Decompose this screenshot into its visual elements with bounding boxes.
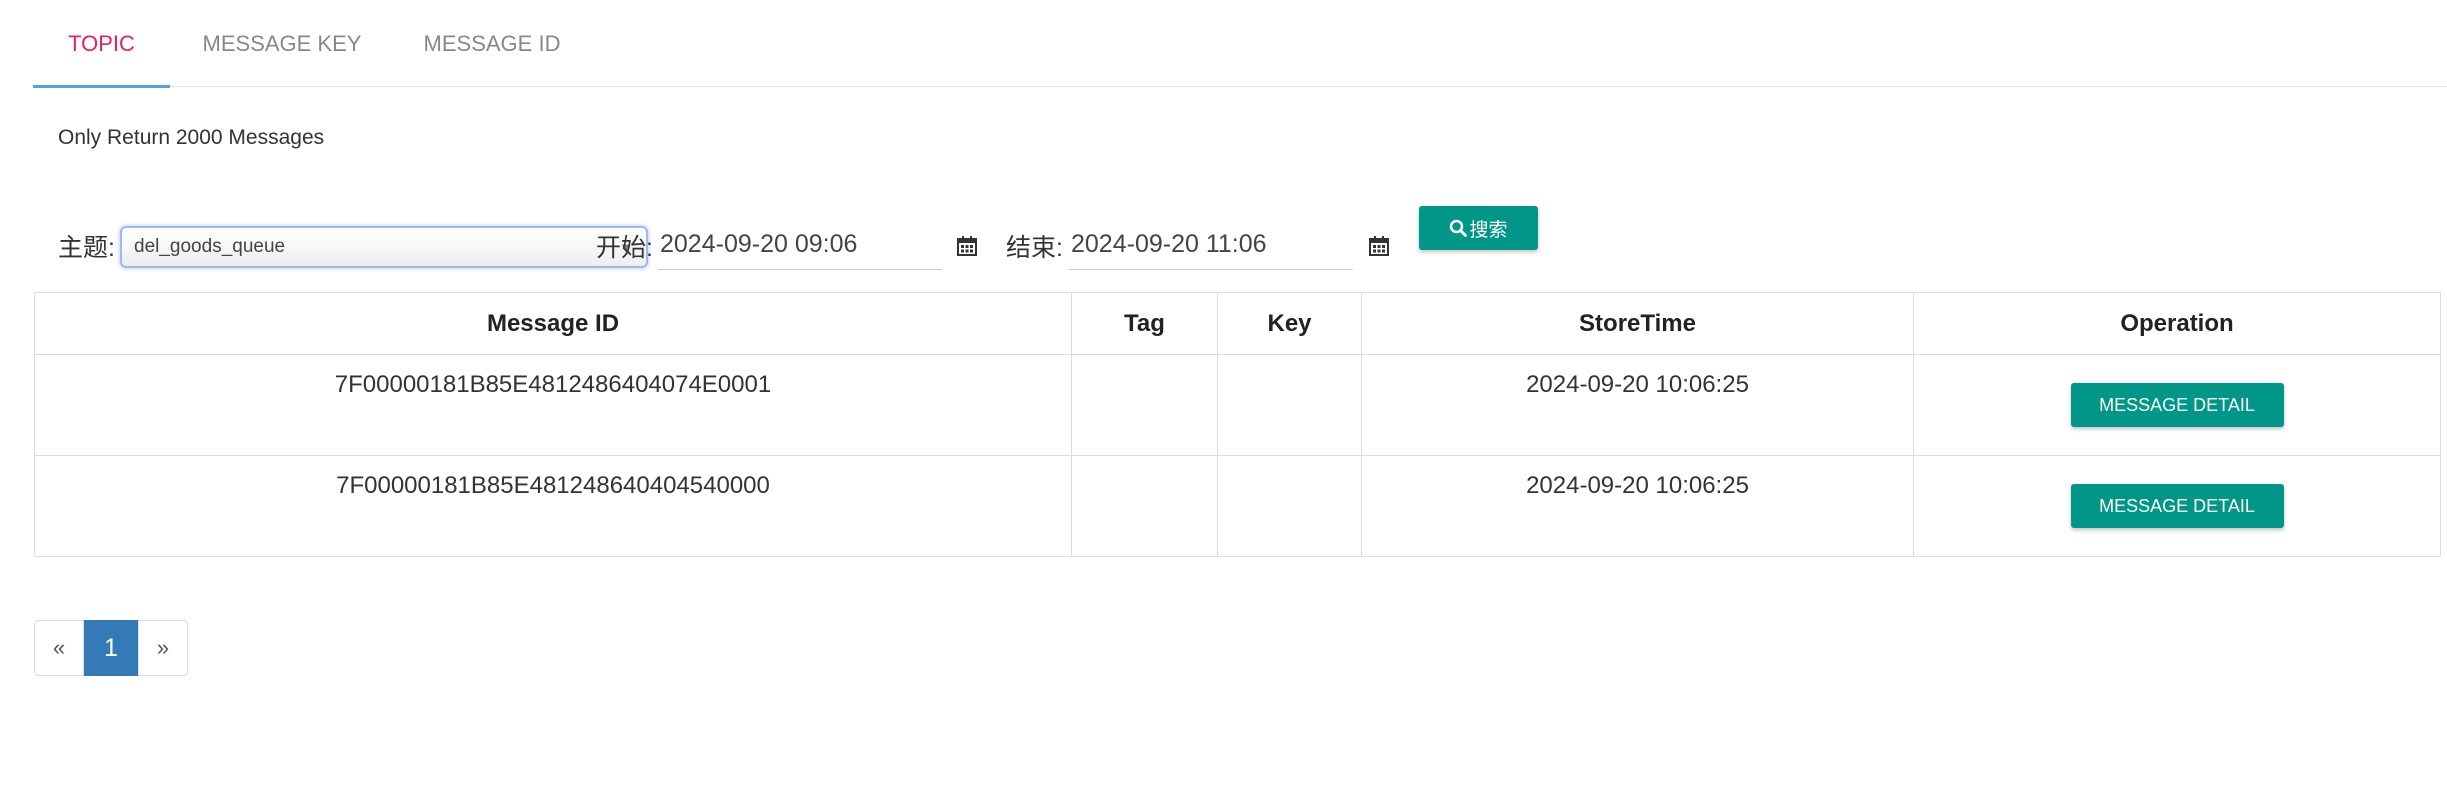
topic-select[interactable]: del_goods_queue ▼ bbox=[120, 226, 648, 268]
start-date-input[interactable]: 2024-09-20 09:06 bbox=[658, 224, 942, 270]
cell-operation: MESSAGE DETAIL bbox=[1913, 455, 2441, 557]
cell-key bbox=[1217, 354, 1362, 456]
tab-bar: TOPIC MESSAGE KEY MESSAGE ID bbox=[33, 0, 2447, 88]
tab-topic[interactable]: TOPIC bbox=[33, 0, 170, 88]
topic-select-value: del_goods_queue bbox=[134, 236, 286, 257]
end-label: 结束: bbox=[1006, 234, 1063, 262]
end-date-input[interactable]: 2024-09-20 11:06 bbox=[1069, 224, 1353, 270]
message-detail-button[interactable]: MESSAGE DETAIL bbox=[2070, 383, 2284, 427]
cell-key bbox=[1217, 455, 1362, 557]
page-prev-button[interactable]: « bbox=[34, 620, 84, 676]
message-detail-button[interactable]: MESSAGE DETAIL bbox=[2070, 484, 2284, 528]
message-table: Message ID Tag Key StoreTime Operation 7… bbox=[34, 292, 2441, 557]
cell-store-time: 2024-09-20 10:06:25 bbox=[1361, 354, 1914, 456]
cell-tag bbox=[1071, 354, 1218, 456]
header-message-id: Message ID bbox=[34, 292, 1072, 355]
table-row: 7F00000181B85E4812486404074E0001 2024-09… bbox=[34, 354, 2441, 456]
cell-store-time: 2024-09-20 10:06:25 bbox=[1361, 455, 1914, 557]
search-icon bbox=[1450, 219, 1468, 237]
search-button[interactable]: 搜索 bbox=[1419, 206, 1538, 250]
start-label: 开始: bbox=[596, 234, 653, 262]
page-next-button[interactable]: » bbox=[138, 620, 188, 676]
header-store-time: StoreTime bbox=[1361, 292, 1914, 355]
cell-operation: MESSAGE DETAIL bbox=[1913, 354, 2441, 456]
cell-tag bbox=[1071, 455, 1218, 557]
table-header-row: Message ID Tag Key StoreTime Operation bbox=[34, 292, 2441, 355]
calendar-icon[interactable] bbox=[1369, 236, 1389, 256]
table-row: 7F00000181B85E481248640404540000 2024-09… bbox=[34, 455, 2441, 557]
header-key: Key bbox=[1217, 292, 1362, 355]
tab-message-key[interactable]: MESSAGE KEY bbox=[170, 0, 394, 87]
topic-label: 主题: bbox=[58, 234, 115, 262]
filter-row: 主题: del_goods_queue ▼ 开始: 2024-09-20 09:… bbox=[58, 206, 1558, 270]
search-button-label: 搜索 bbox=[1469, 219, 1508, 241]
info-text: Only Return 2000 Messages bbox=[58, 126, 325, 149]
page-number-button[interactable]: 1 bbox=[84, 620, 138, 676]
header-tag: Tag bbox=[1071, 292, 1218, 355]
header-operation: Operation bbox=[1913, 292, 2441, 355]
cell-message-id: 7F00000181B85E4812486404074E0001 bbox=[34, 354, 1072, 456]
cell-message-id: 7F00000181B85E481248640404540000 bbox=[34, 455, 1072, 557]
calendar-icon[interactable] bbox=[957, 236, 977, 256]
tab-message-id[interactable]: MESSAGE ID bbox=[394, 0, 590, 87]
pagination: « 1 » bbox=[34, 620, 188, 676]
